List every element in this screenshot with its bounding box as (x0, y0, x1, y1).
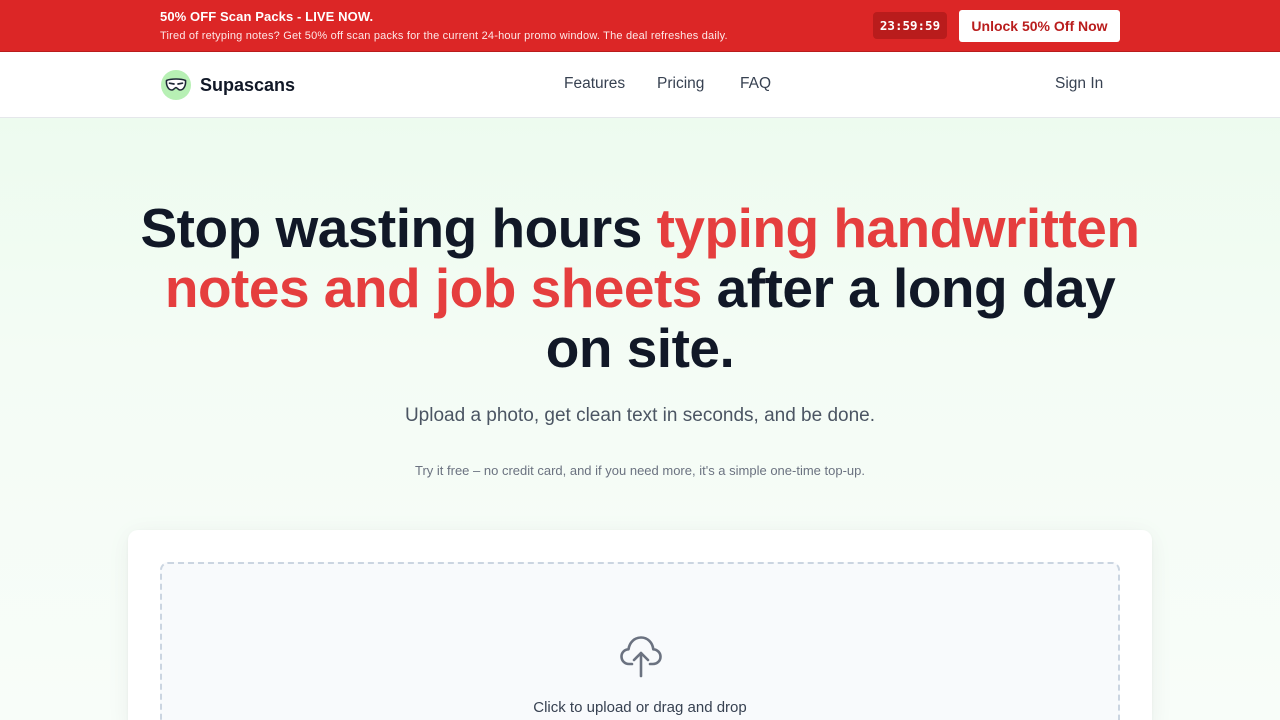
upload-dropzone[interactable]: Click to upload or drag and drop (160, 562, 1120, 720)
nav-link-features[interactable]: Features (564, 75, 625, 93)
unlock-discount-button[interactable]: Unlock 50% Off Now (959, 10, 1120, 42)
promo-countdown-timer: 23:59:59 (873, 12, 947, 39)
brand-link[interactable]: Supascans (161, 69, 295, 101)
promo-banner: 50% OFF Scan Packs - LIVE NOW. Tired of … (0, 0, 1280, 52)
top-navigation: Supascans Features Pricing FAQ Sign In (0, 53, 1280, 118)
hero-note: Try it free – no credit card, and if you… (415, 463, 865, 478)
hero-subheadline: Upload a photo, get clean text in second… (404, 405, 876, 426)
upload-label: Click to upload or drag and drop (533, 699, 747, 716)
sign-in-link[interactable]: Sign In (1055, 75, 1103, 93)
upload-card: Click to upload or drag and drop (128, 530, 1152, 720)
cloud-upload-icon (619, 632, 663, 680)
hero-headline: Stop wasting hours typing handwritten no… (140, 198, 1140, 378)
headline-text-start: Stop wasting hours (140, 197, 657, 259)
promo-subtitle: Tired of retyping notes? Get 50% off sca… (160, 30, 728, 42)
promo-text: 50% OFF Scan Packs - LIVE NOW. Tired of … (160, 9, 728, 43)
brand-name: Supascans (200, 74, 296, 95)
promo-title: 50% OFF Scan Packs - LIVE NOW. (160, 9, 374, 24)
nav-link-faq[interactable]: FAQ (740, 75, 771, 93)
hero-section: Stop wasting hours typing handwritten no… (0, 118, 1280, 720)
nav-link-pricing[interactable]: Pricing (657, 75, 704, 93)
mask-icon (161, 70, 191, 100)
